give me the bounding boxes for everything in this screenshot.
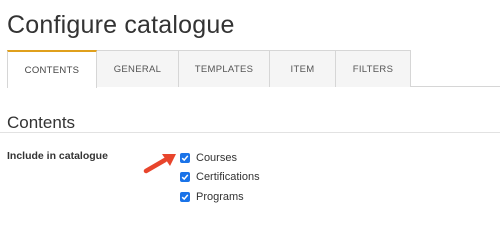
checkmark-icon xyxy=(181,155,189,161)
tab-templates[interactable]: TEMPLATES xyxy=(179,50,270,87)
include-in-catalogue-label: Include in catalogue xyxy=(7,150,108,162)
red-arrow-icon xyxy=(143,154,176,174)
tab-filters[interactable]: FILTERS xyxy=(336,50,411,87)
option-certifications[interactable]: Certifications xyxy=(180,168,260,188)
section-divider xyxy=(0,132,500,133)
programs-label: Programs xyxy=(196,190,244,203)
option-programs[interactable]: Programs xyxy=(180,187,260,207)
page-title: Configure catalogue xyxy=(7,11,235,39)
tab-contents[interactable]: CONTENTS xyxy=(7,50,97,88)
checkmark-icon xyxy=(181,174,189,181)
section-title: Contents xyxy=(7,113,76,132)
programs-checkbox[interactable] xyxy=(180,191,190,202)
courses-checkbox[interactable] xyxy=(180,152,190,163)
tab-item[interactable]: ITEM xyxy=(270,50,336,87)
tab-bar: CONTENTS GENERAL TEMPLATES ITEM FILTERS xyxy=(7,50,500,88)
option-courses[interactable]: Courses xyxy=(180,148,260,168)
certifications-checkbox[interactable] xyxy=(180,172,190,183)
courses-label: Courses xyxy=(196,151,237,164)
certifications-label: Certifications xyxy=(196,171,260,184)
checkmark-icon xyxy=(181,194,189,200)
tab-general[interactable]: GENERAL xyxy=(97,50,179,87)
catalogue-options: Courses Certifications Programs xyxy=(180,148,260,207)
